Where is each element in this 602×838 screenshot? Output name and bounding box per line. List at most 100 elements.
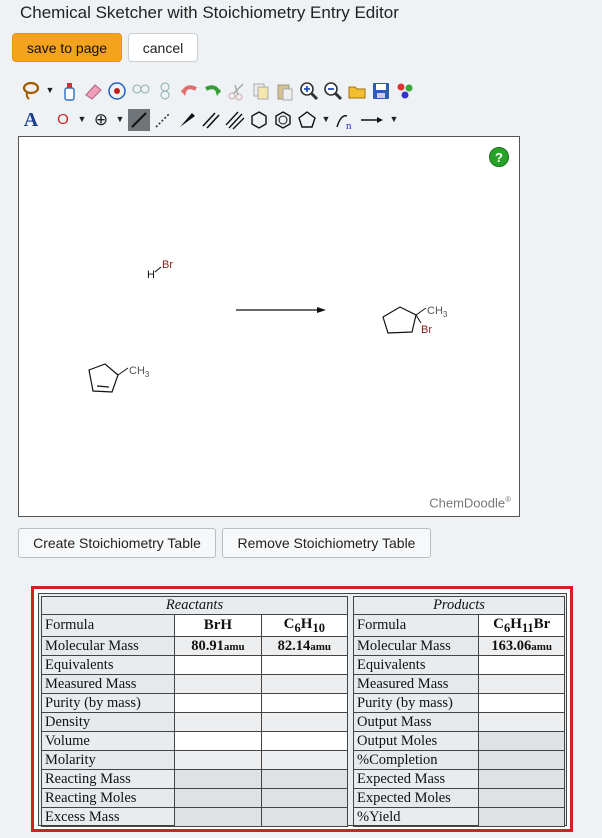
paste-icon[interactable] [274,80,296,102]
input-cell[interactable] [174,712,262,732]
undo-icon[interactable] [178,80,200,102]
row-label: Measured Mass [40,674,176,694]
output-cell [478,788,565,808]
sketcher-canvas[interactable]: ? H Br CH3 CH3 Br ChemDoodle® [18,136,520,517]
arrow-dropdown-icon[interactable]: ▼ [388,109,400,131]
input-cell[interactable] [478,655,565,675]
input-cell[interactable] [174,674,262,694]
lasso-icon[interactable] [20,80,42,102]
cancel-button[interactable]: cancel [128,33,198,62]
row-label: Purity (by mass) [40,693,176,713]
reactant-2-mass: 82.14amu [260,636,349,656]
dashed-bond-icon[interactable] [152,109,174,131]
row-label: Molarity [40,750,176,770]
chemdoodle-watermark: ChemDoodle® [429,494,511,510]
row-label: Equivalents [352,655,480,675]
copy-icon[interactable] [250,80,272,102]
input-cell[interactable] [478,693,565,713]
flip-vertical-icon[interactable] [154,80,176,102]
input-cell[interactable] [260,674,349,694]
benzene-icon[interactable] [248,109,270,131]
element-dropdown-icon[interactable]: ▼ [76,109,88,131]
charge-tool-icon[interactable]: ⊕ [90,109,112,131]
svg-text:n: n [346,120,352,130]
row-label: Equivalents [40,655,176,675]
input-cell[interactable] [174,750,262,770]
input-cell[interactable] [260,750,349,770]
templates-icon[interactable] [394,80,416,102]
row-label: Purity (by mass) [352,693,480,713]
input-cell[interactable] [260,731,349,751]
row-label: Volume [40,731,176,751]
row-label: Molecular Mass [352,636,480,656]
arrow-icon[interactable] [358,109,386,131]
row-label: Expected Moles [352,788,480,808]
output-cell [478,807,565,827]
row-label: %Completion [352,750,480,770]
input-cell[interactable] [260,693,349,713]
cyclopentene-ring [88,363,119,393]
input-cell[interactable] [478,712,565,732]
output-cell [174,769,262,789]
input-cell[interactable] [174,655,262,675]
center-icon[interactable] [106,80,128,102]
row-label: Reacting Mass [40,769,176,789]
product-br-label: Br [421,324,432,336]
row-label: Reacting Moles [40,788,176,808]
products-table: Products Formula C6H11Br Molecular Mass … [352,596,565,827]
row-label: Molecular Mass [40,636,176,656]
zoom-out-icon[interactable] [322,80,344,102]
reactants-table: Reactants Formula BrH C6H10 Molecular Ma… [40,596,349,827]
pentagon-icon[interactable] [296,109,318,131]
row-label: Excess Mass [40,807,176,827]
row-label: Density [40,712,176,732]
open-folder-icon[interactable] [346,80,368,102]
ring-dropdown-icon[interactable]: ▼ [320,109,332,131]
input-cell[interactable] [174,693,262,713]
toolbar-row-1: ▼ [18,78,472,103]
cyclohexane-icon[interactable] [272,109,294,131]
eraser-icon[interactable] [82,80,104,102]
redo-icon[interactable] [202,80,224,102]
row-label: Output Moles [352,731,480,751]
remove-stoichiometry-table-button[interactable]: Remove Stoichiometry Table [222,528,431,558]
wedge-bond-icon[interactable] [176,109,198,131]
product-methyl-label: CH3 [427,305,448,319]
double-bond-icon[interactable] [200,109,222,131]
zoom-in-icon[interactable] [298,80,320,102]
triple-bond-icon[interactable] [224,109,246,131]
save-disk-icon[interactable] [370,80,392,102]
row-label: Output Mass [352,712,480,732]
save-to-page-button[interactable]: save to page [12,33,122,62]
hbr-br-label: Br [162,259,173,271]
text-tool-icon[interactable]: A [20,109,42,131]
row-label: Measured Mass [352,674,480,694]
dropdown-arrow-icon[interactable]: ▼ [44,80,56,102]
output-cell [478,769,565,789]
window-title: Chemical Sketcher with Stoichiometry Ent… [20,3,399,22]
output-cell [174,788,262,808]
output-cell [174,807,262,827]
output-cell [260,769,349,789]
input-cell[interactable] [260,655,349,675]
input-cell[interactable] [478,674,565,694]
element-selector[interactable]: O [52,109,74,131]
single-bond-icon[interactable] [128,108,150,131]
hbr-h-label: H [147,269,155,281]
flip-horizontal-icon[interactable] [130,80,152,102]
output-cell [478,750,565,770]
input-cell[interactable] [260,712,349,732]
charge-dropdown-icon[interactable]: ▼ [114,109,126,131]
output-cell [260,807,349,827]
chain-icon[interactable]: n [334,109,356,131]
row-label: %Yield [352,807,480,827]
reaction-drawing: H Br CH3 CH3 Br [88,259,448,393]
cleaner-bottle-icon[interactable] [58,80,80,102]
output-cell [478,731,565,751]
input-cell[interactable] [174,731,262,751]
create-stoichiometry-table-button[interactable]: Create Stoichiometry Table [18,528,216,558]
scissors-icon[interactable] [226,80,248,102]
reactant-2-formula: C6H10 [260,614,349,637]
product-mass: 163.06amu [478,636,565,656]
reactant-1-mass: 80.91amu [174,636,262,656]
